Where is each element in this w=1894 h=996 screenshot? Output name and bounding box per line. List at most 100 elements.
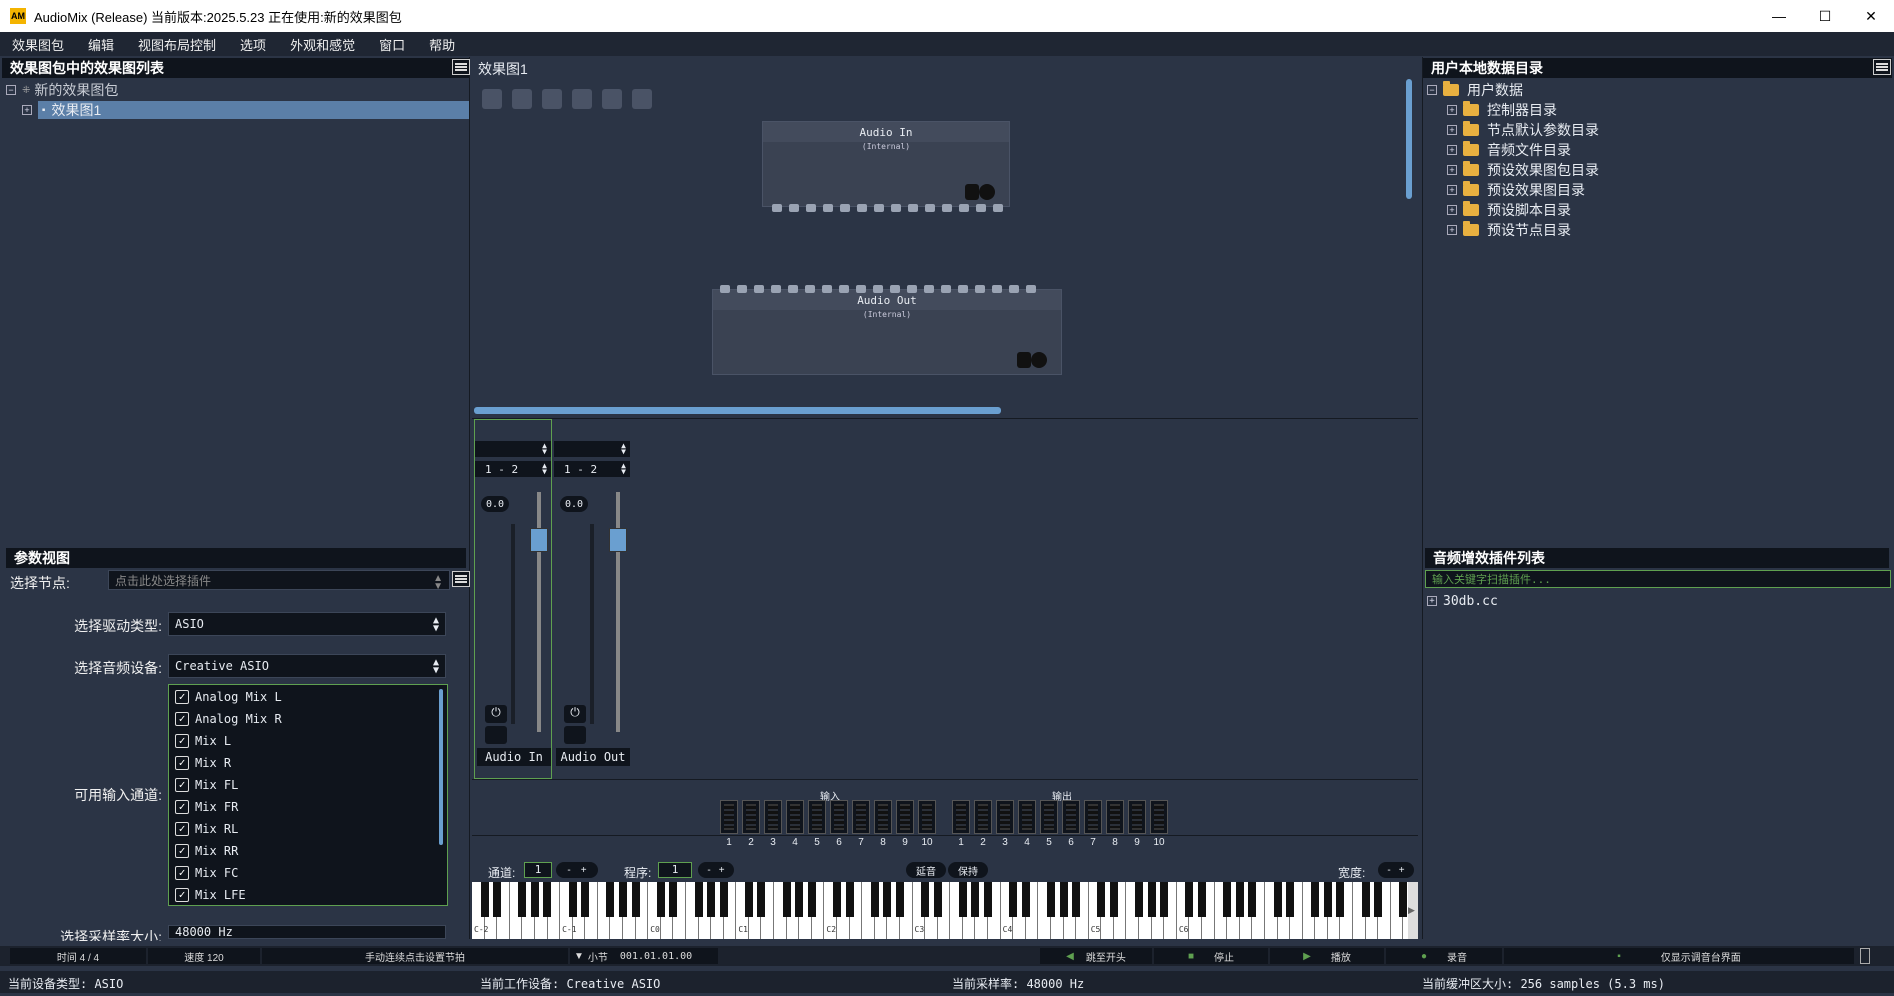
expand-icon[interactable]: + — [1427, 596, 1437, 606]
white-key[interactable] — [1114, 882, 1127, 939]
channel-decrement[interactable]: - — [567, 865, 570, 876]
channel-item[interactable]: ✓ Mix FL — [169, 774, 447, 796]
piano-keyboard[interactable]: C-2 C-1 C0 C1 C2 C3 C4 C5 C6 — [472, 882, 1416, 939]
white-key[interactable] — [724, 882, 737, 939]
close-button[interactable]: ✕ — [1848, 0, 1894, 32]
plugin-search-input[interactable]: 输入关键字扫描插件... — [1425, 570, 1891, 588]
driver-select[interactable]: ASIO ▲ ▼ — [168, 612, 446, 636]
node-audio-in[interactable]: Audio In (Internal) — [762, 121, 1010, 207]
checkbox-checked-icon[interactable]: ✓ — [175, 690, 189, 704]
mixer-only-button[interactable]: ▪ 仅显示调音台界面 — [1504, 948, 1854, 964]
white-key[interactable] — [938, 882, 951, 939]
channel-item[interactable]: ✓ Analog Mix R — [169, 708, 447, 730]
expand-icon[interactable]: + — [1447, 145, 1457, 155]
distribute-v-icon[interactable] — [632, 89, 652, 109]
channel-item[interactable]: ✓ Mix L — [169, 730, 447, 752]
play-button[interactable]: ▶ 播放 — [1270, 948, 1384, 964]
node-power-icon[interactable] — [979, 184, 995, 200]
samplerate-select[interactable]: 48000 Hz — [168, 925, 446, 939]
checkbox-checked-icon[interactable]: ✓ — [175, 778, 189, 792]
node-audio-in-outputs[interactable] — [772, 204, 1003, 212]
param-menu-icon[interactable] — [452, 571, 470, 587]
collapse-icon[interactable]: − — [1427, 85, 1437, 95]
align-right-icon[interactable] — [512, 89, 532, 109]
align-left-icon[interactable] — [482, 89, 502, 109]
white-key[interactable] — [1202, 882, 1215, 939]
hold-button[interactable]: 保持 — [948, 862, 988, 878]
checkbox-checked-icon[interactable]: ✓ — [175, 800, 189, 814]
width-increment[interactable]: + — [1399, 865, 1405, 876]
strip-audio-in[interactable]: ▲ ▼ 1 - 2 ▲ ▼ 0.0 ⏻ Audio In — [474, 419, 552, 779]
edit-icon[interactable] — [564, 726, 586, 744]
expand-icon[interactable]: + — [1447, 185, 1457, 195]
white-key[interactable] — [585, 882, 598, 939]
user-data-item[interactable]: + 预设效果图目录 — [1423, 180, 1892, 200]
white-key[interactable] — [988, 882, 1001, 939]
graph-hscroll[interactable] — [474, 407, 1001, 414]
channel-item[interactable]: ✓ Mix FR — [169, 796, 447, 818]
white-key[interactable] — [497, 882, 510, 939]
fader-handle[interactable] — [609, 528, 627, 552]
channel-increment[interactable]: + — [581, 865, 587, 876]
plugin-item-30db[interactable]: + 30db.cc — [1427, 591, 1498, 611]
white-key[interactable] — [1290, 882, 1303, 939]
width-decrement[interactable]: - — [1387, 865, 1390, 876]
expand-icon[interactable]: + — [1447, 225, 1457, 235]
white-key[interactable] — [1026, 882, 1039, 939]
checkbox-checked-icon[interactable]: ✓ — [175, 756, 189, 770]
sustain-button[interactable]: 延音 — [906, 862, 946, 878]
user-data-item[interactable]: + 控制器目录 — [1423, 100, 1892, 120]
menu-edit[interactable]: 编辑 — [76, 35, 126, 54]
stop-button[interactable]: ■ 停止 — [1154, 948, 1268, 964]
tree-item-graph1[interactable]: + ▪ 效果图1 — [2, 100, 469, 120]
program-stepper[interactable]: - + — [698, 862, 734, 878]
tap-tempo-button[interactable]: 手动连续点击设置节拍 — [262, 948, 568, 964]
keyboard-scroll-right-icon[interactable]: ▶ — [1408, 882, 1418, 939]
power-icon[interactable]: ⏻ — [485, 705, 507, 723]
expand-icon[interactable]: + — [22, 105, 32, 115]
expand-icon[interactable]: + — [1447, 165, 1457, 175]
expand-icon[interactable]: + — [1447, 125, 1457, 135]
user-data-item[interactable]: + 预设节点目录 — [1423, 220, 1892, 240]
channel-list[interactable]: ✓ Analog Mix L ✓ Analog Mix R ✓ Mix L ✓ Mix R ✓ M… — [168, 684, 448, 906]
graph-list-menu-icon[interactable] — [452, 59, 470, 75]
white-key[interactable] — [1340, 882, 1354, 939]
menu-window[interactable]: 窗口 — [367, 35, 417, 54]
checkbox-checked-icon[interactable]: ✓ — [175, 734, 189, 748]
checkbox-checked-icon[interactable]: ✓ — [175, 844, 189, 858]
white-key[interactable] — [812, 882, 825, 939]
white-key[interactable] — [1252, 882, 1265, 939]
menu-help[interactable]: 帮助 — [417, 35, 467, 54]
channel-item[interactable]: ✓ Analog Mix L — [169, 686, 447, 708]
channel-item[interactable]: ✓ Mix R — [169, 752, 447, 774]
white-key[interactable] — [1378, 882, 1391, 939]
device-select[interactable]: Creative ASIO ▲ ▼ — [168, 654, 446, 678]
channel-list-scrollbar[interactable] — [439, 689, 443, 845]
program-decrement[interactable]: - — [707, 865, 710, 876]
strip-source-select[interactable]: ▲ ▼ — [475, 441, 551, 457]
strip-audio-out[interactable]: ▲ ▼ 1 - 2 ▲ ▼ 0.0 ⏻ Audio Out — [554, 419, 632, 779]
edit-icon[interactable] — [485, 726, 507, 744]
checkbox-checked-icon[interactable]: ✓ — [175, 866, 189, 880]
node-edit-icon[interactable] — [1017, 352, 1031, 368]
select-node-field[interactable]: 点击此处选择插件 ▲ ▼ — [108, 570, 450, 592]
user-data-item[interactable]: + 预设效果图包目录 — [1423, 160, 1892, 180]
width-stepper[interactable]: - + — [1378, 862, 1414, 878]
program-increment[interactable]: + — [719, 865, 725, 876]
expand-icon[interactable]: + — [1447, 105, 1457, 115]
menu-look[interactable]: 外观和感觉 — [278, 35, 367, 54]
position-display[interactable]: ▼ 小节 001.01.01.00 — [570, 948, 718, 964]
node-edit-icon[interactable] — [965, 184, 979, 200]
align-bottom-icon[interactable] — [572, 89, 592, 109]
node-audio-out-inputs[interactable] — [720, 285, 1036, 293]
record-button[interactable]: ● 录音 — [1386, 948, 1502, 964]
user-data-item[interactable]: + 音频文件目录 — [1423, 140, 1892, 160]
graph-vscroll[interactable] — [1406, 79, 1412, 199]
menu-options[interactable]: 选项 — [228, 35, 278, 54]
channel-item[interactable]: ✓ Mix LFE — [169, 884, 447, 906]
white-key[interactable] — [636, 882, 649, 939]
user-data-root[interactable]: − 用户数据 — [1423, 80, 1892, 100]
power-icon[interactable]: ⏻ — [564, 705, 586, 723]
layout-toggle-icon[interactable] — [1860, 948, 1870, 964]
goto-start-button[interactable]: ◀ 跳至开头 — [1040, 948, 1152, 964]
